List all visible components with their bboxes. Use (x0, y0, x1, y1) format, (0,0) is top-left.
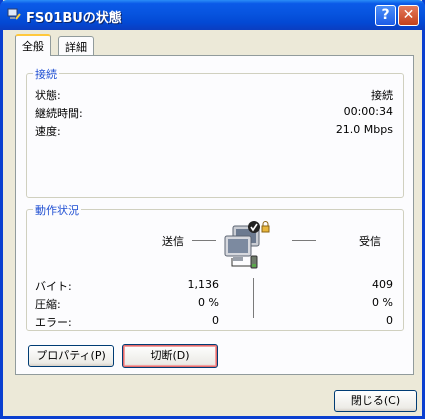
activity-group: 動作状況 送信 受信 バイト: 1,136 409 圧縮: 0 % 0 % エラ… (26, 202, 404, 331)
bytes-label: バイト: (35, 280, 72, 293)
status-label: 状態: (35, 89, 61, 102)
duration-label: 継続時間: (35, 107, 83, 120)
compression-received-value: 0 % (372, 296, 393, 309)
bytes-received-value: 409 (372, 278, 393, 291)
sent-line (192, 240, 216, 241)
tab-panel-general: 接続 状態: 接続 継続時間: 00:00:34 速度: 21.0 Mbps 動… (15, 55, 414, 375)
tab-details[interactable]: 詳細 (58, 36, 94, 55)
compression-sent-value: 0 % (198, 296, 219, 309)
properties-button[interactable]: プロパティ(P) (28, 345, 114, 367)
network-computers-icon (224, 221, 270, 269)
connection-group: 接続 状態: 接続 継続時間: 00:00:34 速度: 21.0 Mbps (26, 66, 404, 198)
compression-label: 圧縮: (35, 298, 61, 311)
activity-divider (253, 278, 254, 318)
status-value: 接続 (371, 89, 393, 102)
help-button[interactable]: ? (375, 5, 396, 26)
tab-general[interactable]: 全般 (15, 34, 51, 56)
received-line (292, 240, 316, 241)
network-connection-icon (7, 8, 21, 20)
close-window-button[interactable]: ✕ (398, 5, 419, 26)
duration-value: 00:00:34 (343, 105, 393, 118)
speed-value: 21.0 Mbps (335, 123, 393, 136)
window-title: FS01BUの状態 (26, 11, 122, 26)
received-header: 受信 (359, 235, 381, 248)
title-bar[interactable]: FS01BUの状態 ? ✕ (0, 0, 425, 30)
status-dialog: FS01BUの状態 ? ✕ 全般 詳細 接続 状態: 接続 継続時間: 00:0… (0, 0, 425, 419)
close-button[interactable]: 閉じる(C) (334, 390, 417, 412)
activity-group-title: 動作状況 (33, 202, 81, 218)
errors-received-value: 0 (386, 314, 393, 327)
bytes-sent-value: 1,136 (187, 278, 220, 291)
errors-label: エラー: (35, 316, 72, 329)
speed-label: 速度: (35, 125, 61, 138)
disconnect-button[interactable]: 切断(D) (122, 344, 218, 368)
connection-group-title: 接続 (33, 66, 59, 82)
errors-sent-value: 0 (212, 314, 219, 327)
sent-header: 送信 (162, 235, 184, 248)
